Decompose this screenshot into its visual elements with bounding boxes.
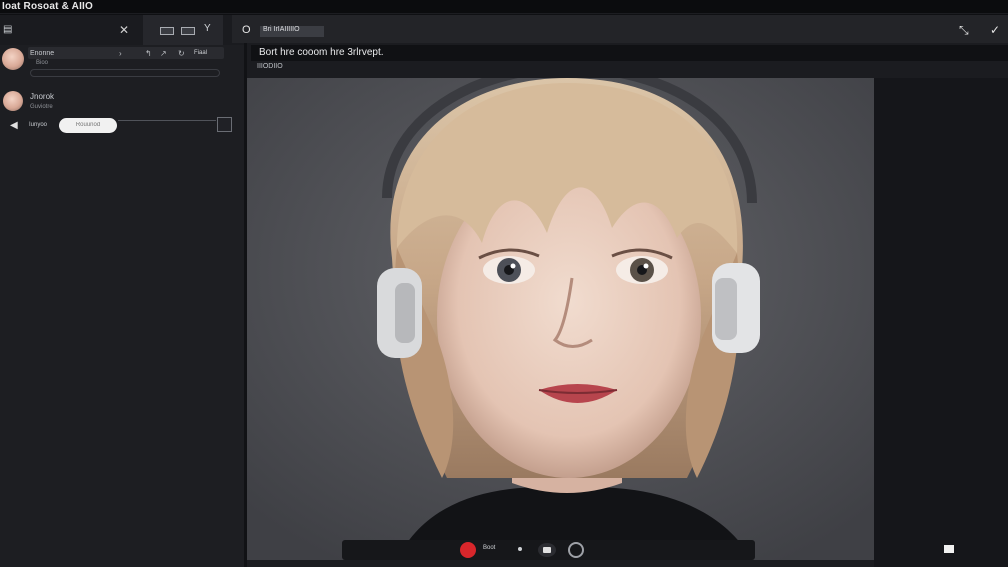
message-input-row: ◀ Iunyoo [0,117,244,137]
portrait-illustration [247,78,874,560]
expand-button[interactable] [217,117,232,132]
check-icon[interactable]: ✓ [990,23,1000,37]
left-toolbar: ▤ ✕ Y [0,15,244,45]
left-panel: ▤ ✕ Y Enonne › ↰ ↗ ↻ Fiaal Bioo Jnorok G… [0,15,244,567]
call-badge: Bri IrIAIIIIIO [260,26,324,37]
contact-item[interactable]: Enonne › ↰ ↗ ↻ Fiaal Bioo [0,45,244,77]
divider [118,120,216,121]
video-stage [247,78,874,560]
camera-icon [543,547,551,553]
contact-name: Enonne [30,50,55,57]
main-panel: O Bri IrIAIIIIIO ⤡ ✓ Bort hre cooom hre … [232,15,1008,567]
contact-item[interactable]: Jnorok Guviotre [0,73,244,111]
chevron-icon[interactable]: › [119,49,122,58]
caption-bar: Bort hre cooom hre 3rlrvept. [251,45,1008,61]
status-dot [518,547,522,551]
call-badge-label: Bri IrIAIIIIIO [263,26,300,33]
camera-button[interactable] [538,543,556,557]
title-bar: Ioat Rosoat & AIIO [0,0,1008,14]
screen-share-button[interactable] [944,545,954,553]
message-input[interactable] [59,118,117,133]
input-label: Iunyoo [29,122,48,128]
call-control-label: Boot [483,545,496,551]
contact-status: Bioo [36,60,49,66]
contact-status: Guviotre [30,104,53,110]
end-call-button[interactable] [460,542,476,558]
speaker-icon[interactable]: ◀ [10,120,18,131]
side-panel [874,78,1008,567]
refresh-icon[interactable]: ↻ [178,49,185,58]
menu-icon[interactable]: ▤ [3,24,12,35]
back-icon[interactable]: O [242,24,251,36]
toolbar-group: Y [143,15,223,45]
avatar [3,91,23,111]
flip-camera-button[interactable] [568,542,584,558]
caption-text: Bort hre cooom hre 3rlrvept. [259,47,384,58]
grid-view-button[interactable] [160,27,174,35]
contact-name: Jnorok [30,92,55,101]
call-header: O Bri IrIAIIIIIO ⤡ ✓ [232,15,1008,43]
reply-icon[interactable]: ↰ [145,49,152,58]
call-controls: Boot [342,540,755,560]
list-view-button[interactable] [181,27,195,35]
contact-tag: Fiaal [194,50,208,56]
pin-icon[interactable]: ⤡ [959,23,969,38]
window-title: Ioat Rosoat & AIIO [2,1,94,12]
close-icon[interactable]: ✕ [119,23,129,37]
avatar [2,48,24,70]
sublabel: IIIODIIO [257,63,283,70]
forward-icon[interactable]: ↗ [160,49,167,58]
filter-icon[interactable]: Y [204,23,211,34]
